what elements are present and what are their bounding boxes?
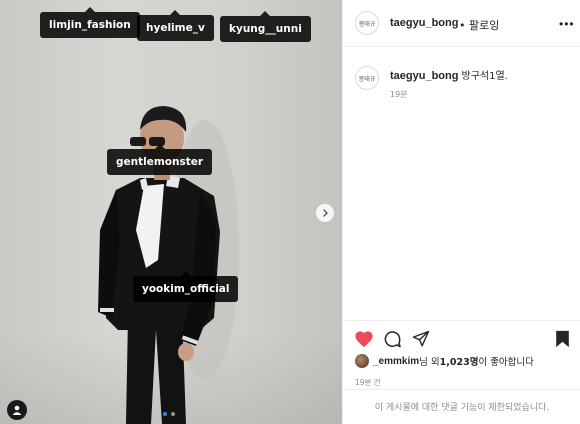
caption-line: taegyu_bong 방구석1열. <box>390 67 508 82</box>
photo-tag-gentlemonster[interactable]: gentlemonster <box>107 144 213 175</box>
chevron-right-icon <box>323 209 328 217</box>
comments-disabled-notice: 이 게시물에 대한 댓글 기능이 제한되었습니다. <box>343 389 580 424</box>
likes-summary: _emmkim 님 외 1,023명 이 좋아합니다 <box>355 354 534 368</box>
caption-avatar[interactable]: 봉태규 <box>355 66 379 90</box>
photo-tag-limjin[interactable]: limjin_fashion <box>40 7 140 38</box>
next-photo-button[interactable] <box>316 204 334 222</box>
photo-person <box>98 106 239 424</box>
liker-username[interactable]: _emmkim <box>373 356 419 367</box>
likes-count[interactable]: 1,023명 <box>440 354 479 368</box>
heart-icon[interactable] <box>354 330 374 348</box>
caption-username[interactable]: taegyu_bong <box>390 70 458 82</box>
post-details-panel: 봉태규 taegyu_bong • 팔로잉 ••• 봉태규 taegyu_bon… <box>342 0 580 424</box>
photo-tag-kyung[interactable]: kyung__unni <box>220 11 311 42</box>
user-tag-icon <box>12 405 22 415</box>
author-avatar[interactable]: 봉태규 <box>355 11 379 35</box>
liker-avatar[interactable] <box>355 354 369 368</box>
author-username[interactable]: taegyu_bong <box>390 17 458 29</box>
photo-tag-yookim[interactable]: yookim_official <box>133 271 239 302</box>
comment-icon[interactable] <box>383 330 402 349</box>
carousel-dot-active <box>163 412 167 416</box>
carousel-dot <box>171 412 175 416</box>
tagged-users-button[interactable] <box>7 400 27 420</box>
share-icon[interactable] <box>412 330 430 348</box>
caption-time: 19분 <box>390 90 408 99</box>
bookmark-icon[interactable] <box>555 330 570 348</box>
photo-tag-hyelime[interactable]: hyelime_v <box>137 10 214 41</box>
post-timestamp: 19분 전 <box>355 378 381 387</box>
more-icon[interactable]: ••• <box>559 17 575 31</box>
caption-text: 방구석1열. <box>461 71 508 82</box>
carousel-indicator <box>163 412 175 416</box>
likes-suffix-text: 이 좋아합니다 <box>478 357 534 368</box>
following-status[interactable]: • 팔로잉 <box>459 17 499 33</box>
post-header: 봉태규 taegyu_bong • 팔로잉 ••• <box>343 0 580 47</box>
post-photo[interactable]: limjin_fashion hyelime_v kyung__unni gen… <box>0 0 342 424</box>
post-actions: _emmkim 님 외 1,023명 이 좋아합니다 19분 전 이 게시물에 … <box>343 320 580 424</box>
likes-middle-text: 님 외 <box>419 357 440 368</box>
